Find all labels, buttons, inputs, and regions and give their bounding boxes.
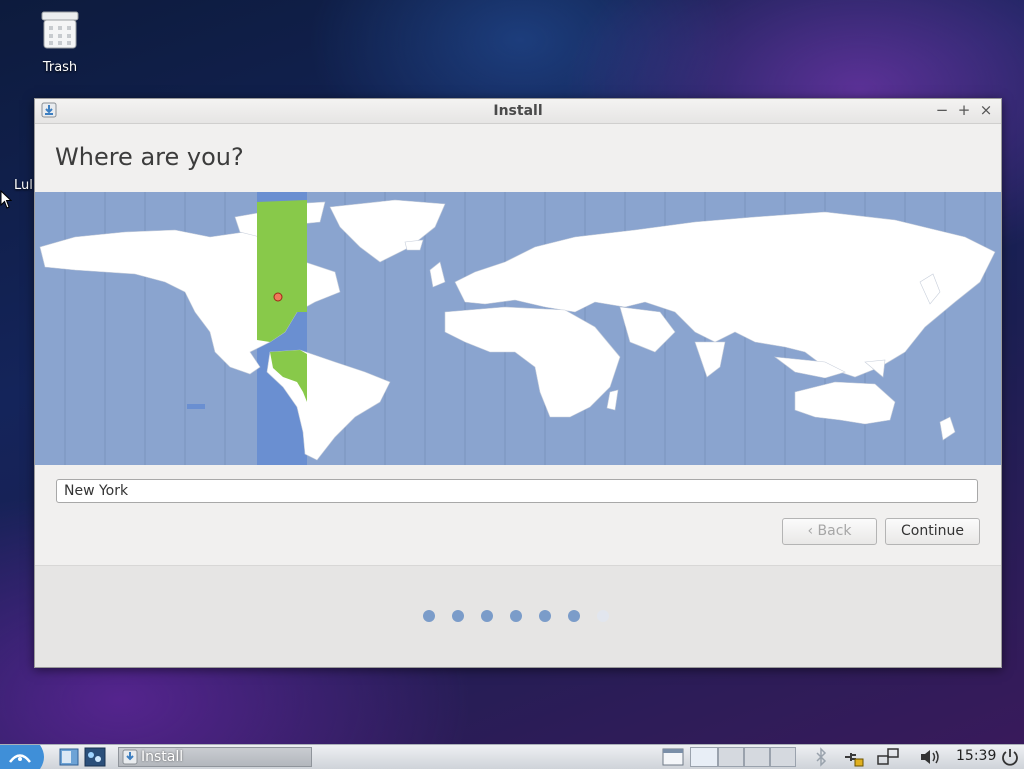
- timezone-input[interactable]: [56, 479, 978, 503]
- bluetooth-icon[interactable]: [814, 747, 828, 767]
- progress-dot: [597, 610, 609, 622]
- progress-dot: [568, 610, 580, 622]
- progress-dot: [452, 610, 464, 622]
- location-pin-icon: [273, 292, 283, 302]
- progress-dot: [423, 610, 435, 622]
- show-desktop-icon[interactable]: [58, 747, 80, 767]
- chevron-left-icon: ‹: [807, 523, 818, 539]
- page-title: Where are you?: [55, 143, 244, 171]
- installer-task-icon: [122, 749, 138, 765]
- maximize-button[interactable]: +: [955, 101, 973, 119]
- network-icon[interactable]: [876, 747, 900, 767]
- desktop-pager-3[interactable]: [744, 747, 770, 767]
- taskbar: Install 15:39: [0, 744, 1024, 769]
- progress-dot: [510, 610, 522, 622]
- back-button-label: Back: [817, 523, 852, 539]
- taskbar-clock[interactable]: 15:39: [956, 748, 996, 764]
- trash-label: Trash: [42, 60, 78, 75]
- minimize-button[interactable]: −: [933, 101, 951, 119]
- desktop-pager-1[interactable]: [690, 747, 718, 767]
- power-icon[interactable]: [1000, 747, 1020, 767]
- mouse-cursor-icon: [0, 190, 12, 209]
- taskbar-install-button[interactable]: Install: [118, 747, 312, 767]
- window-list-icon[interactable]: [662, 747, 684, 767]
- volume-icon[interactable]: [918, 747, 942, 767]
- trash-icon: [41, 11, 79, 49]
- desktop-pager-4[interactable]: [770, 747, 796, 767]
- window-titlebar[interactable]: Install − + ×: [35, 99, 1001, 124]
- taskbar-install-label: Install: [141, 749, 184, 765]
- installer-footer: [35, 565, 1001, 667]
- desktop-pager-2[interactable]: [718, 747, 744, 767]
- progress-dot: [481, 610, 493, 622]
- file-manager-icon[interactable]: [84, 747, 106, 767]
- trash-desktop-icon[interactable]: Trash: [34, 10, 86, 75]
- desktop-icon-label-partial[interactable]: Lul: [14, 178, 33, 193]
- timezone-map[interactable]: [35, 192, 1001, 465]
- progress-dot: [539, 610, 551, 622]
- window-title: Install: [493, 103, 543, 119]
- close-button[interactable]: ×: [977, 101, 995, 119]
- progress-indicator: [423, 610, 609, 622]
- start-menu-button[interactable]: [0, 745, 48, 769]
- continue-button[interactable]: Continue: [885, 518, 980, 545]
- back-button[interactable]: ‹ Back: [782, 518, 877, 545]
- power-manager-icon[interactable]: [842, 747, 864, 767]
- install-window: Install − + × Where are you? New York ‹ …: [34, 98, 1002, 668]
